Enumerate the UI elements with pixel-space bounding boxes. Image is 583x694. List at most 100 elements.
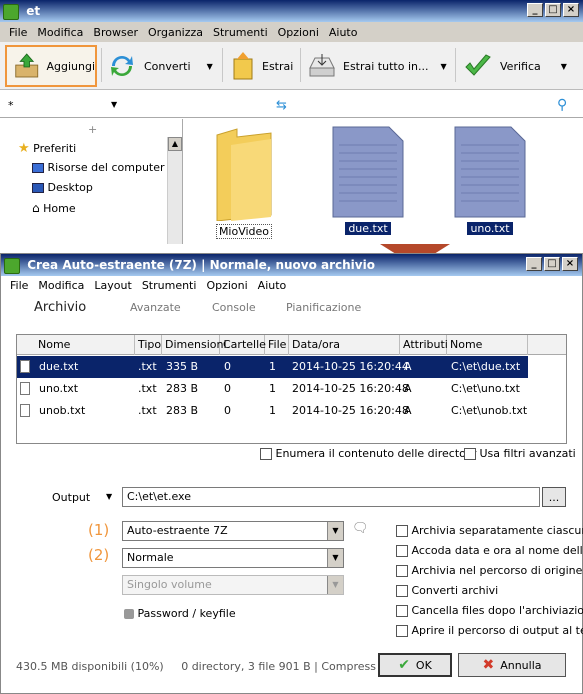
checkbox-box[interactable] — [396, 585, 408, 597]
col-file[interactable]: File — [265, 335, 289, 355]
tab-console[interactable]: Console — [212, 301, 256, 314]
col-data[interactable]: Data/ora — [289, 335, 400, 355]
table-row[interactable]: unob.txt .txt 283 B 0 1 2014-10-25 16:20… — [17, 400, 528, 422]
compression-level-select[interactable]: Normale ▼ — [122, 548, 344, 568]
tab-avanzate[interactable]: Avanzate — [130, 301, 181, 314]
col-nome[interactable]: Nome — [35, 335, 135, 355]
tree-item-home[interactable]: ⌂ Home — [32, 201, 76, 215]
cancel-button[interactable]: ✖ Annulla — [458, 653, 566, 677]
file-item-due[interactable]: due.txt — [328, 125, 408, 235]
desktop-icon — [32, 183, 44, 193]
option-open-output[interactable]: Aprire il percorso di output al ter — [396, 624, 583, 637]
dialog-menu-modifica[interactable]: Modifica — [33, 279, 89, 292]
chevron-down-icon[interactable]: ▼ — [327, 549, 343, 567]
dialog-maximize-button[interactable]: □ — [544, 257, 560, 271]
browse-button[interactable]: ... — [542, 487, 566, 507]
option-delete-after[interactable]: Cancella files dopo l'archiviazione — [396, 604, 583, 617]
option-separate[interactable]: Archivia separatamente ciascun — [396, 524, 583, 537]
output-path-input[interactable]: C:\et\et.exe — [122, 487, 540, 507]
verify-dropdown-icon[interactable]: ▼ — [561, 62, 567, 71]
checkbox-box[interactable] — [260, 448, 272, 460]
dialog-close-button[interactable]: × — [562, 257, 578, 271]
table-row[interactable]: uno.txt .txt 283 B 0 1 2014-10-25 16:20:… — [17, 378, 528, 400]
format-select[interactable]: Auto-estraente 7Z ▼ — [122, 521, 344, 541]
marker-2: (2) — [88, 546, 110, 564]
advanced-filters-checkbox[interactable]: Usa filtri avanzati — [464, 447, 576, 460]
extract-all-dropdown-icon[interactable]: ▼ — [440, 62, 446, 71]
home-icon: ⌂ — [32, 201, 40, 215]
close-icon: ✖ — [482, 657, 495, 673]
menu-aiuto[interactable]: Aiuto — [324, 26, 363, 39]
col-nome-completo[interactable]: Nome completo — [447, 335, 528, 371]
volume-select[interactable]: Singolo volume ▼ — [122, 575, 344, 595]
checkbox-box[interactable] — [464, 448, 476, 460]
extract-all-button[interactable]: Estrai tutto in... ▼ — [307, 45, 449, 87]
file-view: MioVideo due.txt uno.txt — [184, 119, 583, 244]
convert-button[interactable]: Converti ▼ — [108, 45, 218, 87]
comment-icon[interactable]: 🗨 — [352, 521, 369, 536]
option-convert[interactable]: Converti archivi — [396, 584, 498, 597]
output-dropdown-icon[interactable]: ▼ — [106, 492, 112, 501]
col-attributi[interactable]: Attributi — [400, 335, 448, 355]
maximize-button[interactable]: □ — [545, 3, 561, 17]
chevron-down-icon[interactable]: ▼ — [327, 522, 343, 540]
checkbox-box[interactable] — [396, 625, 408, 637]
doc-icon — [20, 404, 30, 417]
enum-dirs-checkbox[interactable]: Enumera il contenuto delle directory — [260, 447, 477, 460]
dialog-menu-opzioni[interactable]: Opzioni — [201, 279, 252, 292]
dialog-menu-strumenti[interactable]: Strumenti — [137, 279, 202, 292]
tab-archivio[interactable]: Archivio — [34, 300, 86, 315]
menu-file[interactable]: File — [4, 26, 32, 39]
tree-item-preferiti[interactable]: ★ Preferiti — [18, 141, 76, 156]
address-dropdown-icon[interactable]: ▼ — [111, 100, 117, 109]
col-dimensioni[interactable]: Dimensioni — [162, 335, 227, 355]
menu-opzioni[interactable]: Opzioni — [273, 26, 324, 39]
folder-icon — [216, 128, 272, 222]
address-bar: * ▼ ⇆ ⚲ — [0, 96, 583, 118]
dialog-menu-bar: File Modifica Layout Strumenti Opzioni A… — [1, 276, 582, 294]
top-menu-bar: File Modifica Browser Organizza Strument… — [0, 22, 583, 42]
checkbox-box[interactable] — [396, 605, 408, 617]
password-button[interactable]: Password / keyfile — [124, 607, 236, 620]
col-tipo[interactable]: Tipo — [135, 335, 162, 355]
dialog-menu-layout[interactable]: Layout — [89, 279, 136, 292]
option-origin-path[interactable]: Archivia nel percorso di origine — [396, 564, 582, 577]
top-window-title: et — [26, 4, 41, 18]
dialog-minimize-button[interactable]: _ — [526, 257, 542, 271]
convert-dropdown-icon[interactable]: ▼ — [207, 62, 213, 71]
ok-button[interactable]: ✔ OK — [378, 653, 452, 677]
grid-header: Nome Tipo Dimensioni Cartelle File Data/… — [17, 335, 566, 371]
table-row[interactable]: due.txt .txt 335 B 0 1 2014-10-25 16:20:… — [17, 356, 528, 378]
tree-item-computer[interactable]: Risorse del computer — [32, 161, 165, 174]
menu-modifica[interactable]: Modifica — [32, 26, 88, 39]
checkbox-box[interactable] — [396, 565, 408, 577]
tree-add-icon[interactable]: + — [88, 123, 97, 136]
chevron-down-icon[interactable]: ▼ — [327, 576, 343, 594]
menu-organizza[interactable]: Organizza — [143, 26, 208, 39]
menu-browser[interactable]: Browser — [88, 26, 143, 39]
search-icon[interactable]: ⚲ — [557, 97, 567, 113]
close-button[interactable]: × — [563, 3, 579, 17]
option-append-date[interactable]: Accoda data e ora al nome dell'a — [396, 544, 583, 557]
tree-item-desktop[interactable]: Desktop — [32, 181, 93, 194]
refresh-icon[interactable]: ⇆ — [276, 98, 287, 113]
computer-icon — [32, 163, 44, 173]
menu-strumenti[interactable]: Strumenti — [208, 26, 273, 39]
output-label: Output — [52, 491, 91, 504]
dialog-menu-file[interactable]: File — [5, 279, 33, 292]
dialog-menu-aiuto[interactable]: Aiuto — [253, 279, 292, 292]
minimize-button[interactable]: _ — [527, 3, 543, 17]
tree-scrollbar[interactable]: ▲ — [167, 137, 182, 244]
tab-pianificazione[interactable]: Pianificazione — [286, 301, 361, 314]
dialog-logo-icon — [4, 257, 20, 274]
checkbox-box[interactable] — [396, 525, 408, 537]
verify-button[interactable]: Verifica ▼ — [464, 45, 574, 87]
file-item-uno[interactable]: uno.txt — [450, 125, 530, 235]
col-cartelle[interactable]: Cartelle — [220, 335, 266, 355]
file-item-miovideo[interactable]: MioVideo — [202, 125, 286, 239]
app-logo-icon — [3, 3, 19, 20]
add-button[interactable]: Aggiungi — [5, 45, 97, 87]
checkbox-box[interactable] — [396, 545, 408, 557]
address-input[interactable]: * — [8, 99, 118, 112]
extract-button[interactable]: Estrai — [230, 45, 300, 87]
